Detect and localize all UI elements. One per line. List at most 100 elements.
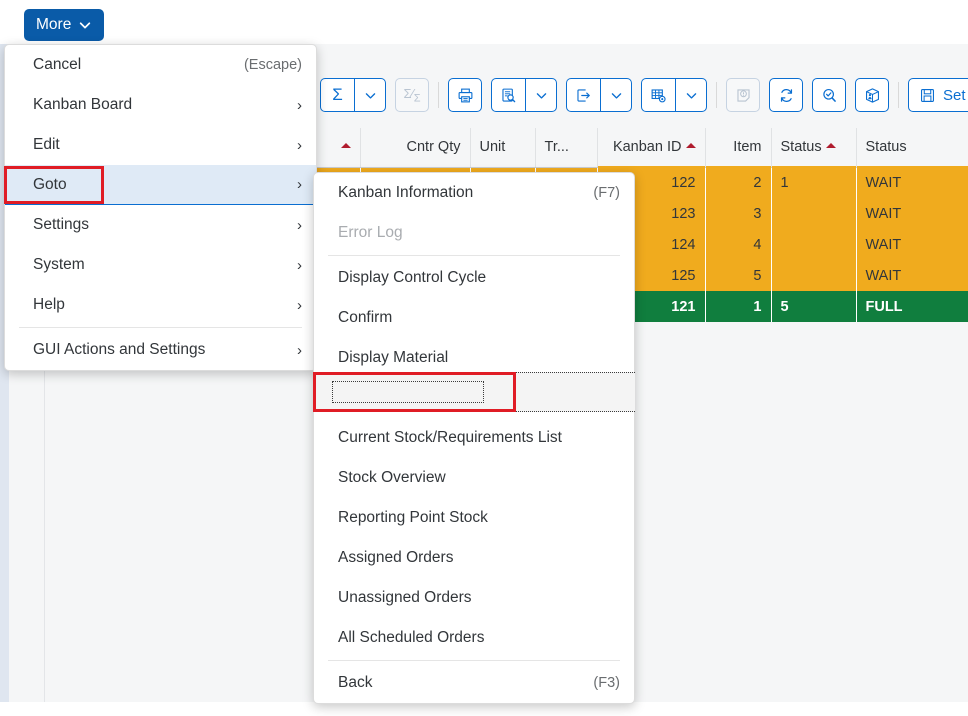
chevron-down-icon [80,22,91,29]
cell-status_txt[interactable]: WAIT [856,260,968,291]
chevron-right-icon: › [297,256,302,274]
menu-item-label: Back [338,674,373,691]
subtotal-button[interactable]: Σ⁄Σ [395,78,429,112]
chevron-right-icon: › [297,136,302,154]
check-button[interactable] [812,78,846,112]
cell-status_txt[interactable]: WAIT [856,167,968,198]
sum-dropdown-button[interactable] [354,78,386,112]
column-header-label: Status [865,139,907,156]
cell-status_txt[interactable]: WAIT [856,198,968,229]
more-button-label: More [36,16,72,33]
bottom-strip [0,702,968,716]
cell-status_num[interactable] [771,229,857,260]
refresh-button[interactable] [769,78,803,112]
column-header-kanban_id[interactable]: Kanban ID [597,128,706,168]
menu-item-shortcut: (F7) [593,185,620,201]
sum-button[interactable]: Σ [320,78,354,112]
cell-status_num[interactable] [771,198,857,229]
cell-item[interactable]: 4 [705,229,772,260]
submenu-item-stock-overview[interactable]: Stock Overview [314,458,634,498]
menu-item-gui-actions-and-settings[interactable]: GUI Actions and Settings › [5,330,316,370]
set-to-button[interactable]: Set to [908,78,968,112]
column-header-label: Unit [479,139,506,156]
menu-item-label: Error Log [338,224,403,241]
chevron-down-icon [611,92,621,99]
menu-item-label: Cancel [33,56,82,73]
chevron-right-icon: › [297,296,302,314]
column-header-label: Item [733,139,762,156]
menu-item-label: Reporting Point Stock [338,509,488,526]
column-header-status_num[interactable]: Status [771,128,857,168]
printer-icon [458,88,472,102]
chevron-down-icon [536,92,546,99]
menu-item-system[interactable]: System › [5,245,316,285]
more-button[interactable]: More [24,9,105,41]
menu-item-help[interactable]: Help › [5,285,316,325]
menu-item-label: Unassigned Orders [338,589,472,606]
submenu-item-confirm[interactable]: Confirm [314,298,634,338]
column-header-tr[interactable]: Tr... [535,128,598,168]
menu-item-shortcut: (F3) [593,675,620,691]
cell-status_num[interactable]: 1 [771,167,857,198]
submenu-item-reporting-point-stock[interactable]: Reporting Point Stock [314,498,634,538]
menu-item-edit[interactable]: Edit › [5,125,316,165]
cell-status_num[interactable] [771,260,857,291]
export-button[interactable] [566,78,600,112]
submenu-item-kanban-information[interactable]: Kanban Information (F7) [314,173,634,213]
cell-status_num[interactable]: 5 [771,291,857,322]
menu-item-label: Goto [33,175,67,193]
column-header-unit[interactable]: Unit [470,128,536,168]
column-header-cntr_qty[interactable]: Cntr Qty [360,128,471,168]
submenu-item-back[interactable]: Back (F3) [314,663,634,703]
menu-item-label: Stock Overview [338,469,446,486]
submenu-item-kanban-correction[interactable]: Kanban Correction [314,378,634,418]
menu-item-label: All Scheduled Orders [338,629,485,646]
view-dropdown-button[interactable] [525,78,557,112]
submenu-item-display-material[interactable]: Display Material [314,338,634,378]
column-header-label: Tr... [544,139,569,156]
submenu-item-unassigned-orders[interactable]: Unassigned Orders [314,578,634,618]
chevron-right-icon: › [297,96,302,114]
menu-item-cancel[interactable]: Cancel (Escape) [5,45,316,85]
kanban-box-button[interactable] [855,78,889,112]
cell-item[interactable]: 5 [705,260,772,291]
export-dropdown-button[interactable] [600,78,632,112]
submenu-item-assigned-orders[interactable]: Assigned Orders [314,538,634,578]
settings-table-dropdown-button[interactable] [675,78,707,112]
submenu-item-all-scheduled-orders[interactable]: All Scheduled Orders [314,618,634,658]
menu-item-label: Assigned Orders [338,549,454,566]
export-icon [577,88,590,102]
table-toolbar: Σ Σ⁄Σ Set [312,44,968,128]
cell-item[interactable]: 2 [705,167,772,198]
table-gear-icon [651,88,666,102]
menu-item-goto[interactable]: Goto › [5,165,316,205]
magnifier-check-icon [822,88,836,102]
settings-table-button[interactable] [641,78,675,112]
cell-status_txt[interactable]: WAIT [856,229,968,260]
column-header-sortmark[interactable] [312,128,361,168]
menu-item-label: Edit [33,136,60,153]
menu-item-label: Kanban Board [33,96,133,113]
layout-search-icon [502,88,516,102]
menu-item-label: Confirm [338,309,393,326]
error-log-button[interactable] [726,78,760,112]
box-person-icon [865,87,879,103]
view-button-group [491,78,557,112]
cell-item[interactable]: 3 [705,198,772,229]
menu-item-kanban-board[interactable]: Kanban Board › [5,85,316,125]
column-header-status_txt[interactable]: Status [856,128,968,168]
submenu-item-display-control-cycle[interactable]: Display Control Cycle [314,258,634,298]
cell-status_txt[interactable]: FULL [856,291,968,322]
submenu-item-current-stock-requirements-list[interactable]: Current Stock/Requirements List [314,418,634,458]
sort-ascending-icon [340,143,351,149]
view-button[interactable] [491,78,525,112]
menu-item-label: Current Stock/Requirements List [338,429,562,446]
menu-item-label: Display Control Cycle [338,269,487,286]
more-dropdown-menu: Cancel (Escape) Kanban Board › Edit › Goto › Set… [4,44,317,371]
save-icon [920,88,935,102]
column-header-item[interactable]: Item [705,128,772,168]
print-button[interactable] [448,78,482,112]
menu-item-settings[interactable]: Settings › [5,205,316,245]
cell-item[interactable]: 1 [705,291,772,322]
column-header-label: Status [780,139,822,156]
